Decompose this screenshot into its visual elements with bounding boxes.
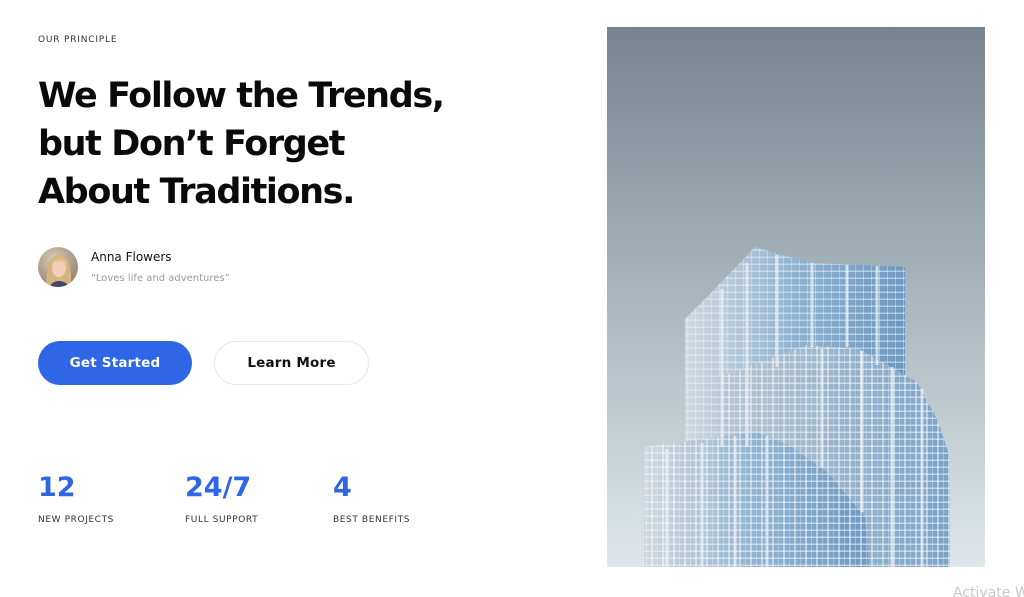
title-line-3: About Traditions. (38, 172, 355, 212)
stat-best-benefits: 4 BEST BENEFITS (333, 471, 410, 525)
avatar (38, 247, 78, 287)
stat-label: BEST BENEFITS (333, 515, 411, 525)
author-block: Anna Flowers “Loves life and adventures” (38, 247, 230, 287)
stat-label: NEW PROJECTS (38, 515, 114, 525)
stat-value: 12 (38, 472, 76, 503)
section-eyebrow: OUR PRINCIPLE (38, 35, 118, 45)
title-line-2: but Don’t Forget (38, 124, 345, 164)
hero-section: OUR PRINCIPLE We Follow the Trends, but … (0, 0, 1024, 597)
stat-value: 24/7 (185, 472, 252, 503)
author-name: Anna Flowers (91, 249, 172, 264)
get-started-button[interactable]: Get Started (38, 341, 192, 385)
avatar-image (38, 247, 78, 287)
stat-full-support: 24/7 FULL SUPPORT (185, 471, 258, 525)
title-line-1: We Follow the Trends, (38, 76, 445, 116)
stat-label: FULL SUPPORT (185, 515, 259, 525)
stat-value: 4 (333, 472, 352, 503)
activate-windows-watermark: Activate W (953, 585, 1024, 597)
stat-new-projects: 12 NEW PROJECTS (38, 471, 114, 525)
author-quote: “Loves life and adventures” (91, 272, 230, 284)
learn-more-button[interactable]: Learn More (214, 341, 369, 385)
page-title: We Follow the Trends, but Don’t Forget A… (38, 72, 578, 216)
building-illustration (607, 27, 985, 567)
author-text: Anna Flowers “Loves life and adventures” (91, 249, 230, 286)
building-photo (607, 27, 985, 567)
